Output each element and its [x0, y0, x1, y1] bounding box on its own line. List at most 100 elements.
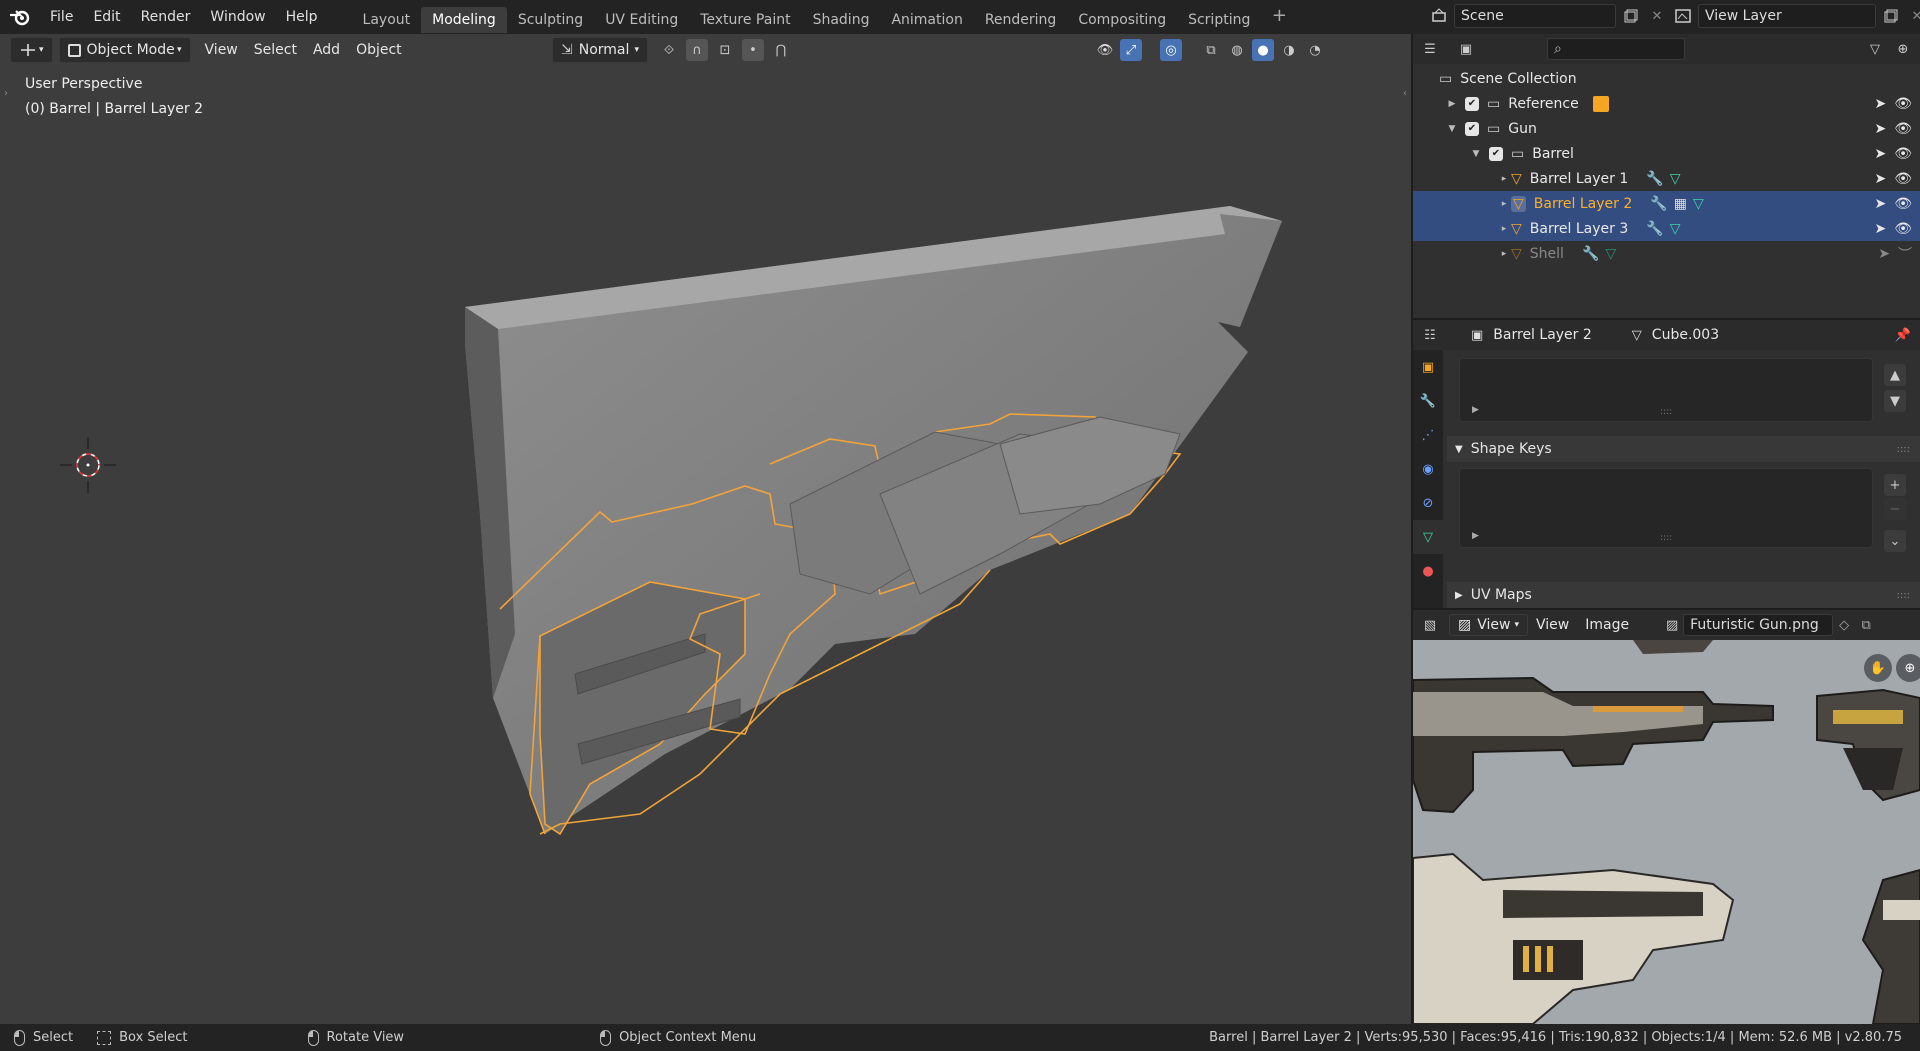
tab-animation[interactable]: Animation	[880, 7, 973, 33]
fake-user-icon[interactable]: ◇	[1833, 614, 1855, 636]
expand-icon[interactable]: ▸	[1497, 224, 1511, 234]
menu-help[interactable]: Help	[276, 0, 328, 34]
blender-logo-icon[interactable]	[0, 0, 40, 34]
image-editor-icon[interactable]: ▧	[1419, 614, 1441, 636]
proportional-edit-icon[interactable]: •	[742, 39, 764, 61]
outliner-row-barrel-layer-3[interactable]: ▸ ▽ Barrel Layer 3 🔧 ▽ ➤ 👁	[1413, 216, 1920, 241]
display-mode-icon[interactable]: ▣	[1455, 38, 1477, 60]
toolbar-toggle-icon[interactable]: ›	[4, 88, 8, 99]
solid-shading-icon[interactable]: ●	[1252, 39, 1274, 61]
menu-object[interactable]: Object	[348, 37, 410, 63]
outliner-row-gun[interactable]: ▼ ✔ ▭ Gun ➤ 👁	[1413, 116, 1920, 141]
new-scene-icon[interactable]	[1620, 5, 1642, 27]
add-shape-key-button[interactable]: +	[1884, 474, 1906, 496]
pivot-icon[interactable]: ⟐	[658, 39, 680, 61]
particles-tab-icon[interactable]: ⋰	[1413, 418, 1443, 452]
outliner-search-input[interactable]: ⌕	[1547, 38, 1685, 60]
wireframe-shading-icon[interactable]: ◍	[1226, 39, 1248, 61]
gizmo-icon[interactable]: ⤢	[1120, 39, 1142, 61]
select-icon[interactable]: ➤	[1874, 96, 1886, 112]
editor-type-button[interactable]: ▾	[10, 37, 53, 63]
tab-sculpting[interactable]: Sculpting	[507, 7, 594, 33]
outliner-row-reference[interactable]: ▶ ✔ ▭ Reference ➤ 👁	[1413, 91, 1920, 116]
menu-image[interactable]: Image	[1577, 612, 1637, 638]
zoom-icon[interactable]: ⊕	[1896, 654, 1920, 682]
tab-layout[interactable]: Layout	[352, 7, 422, 33]
constraints-tab-icon[interactable]: ⊘	[1413, 486, 1443, 520]
snap-target-icon[interactable]: ⊡	[714, 39, 736, 61]
collapse-icon[interactable]: ▼	[1469, 149, 1483, 159]
collapse-icon[interactable]: ▼	[1445, 124, 1459, 134]
outliner-row-shell[interactable]: ▸ ▽ Shell 🔧 ▽ ➤ ︶	[1413, 241, 1920, 266]
modifier-tab-icon[interactable]: 🔧	[1413, 384, 1443, 418]
material-tab-icon[interactable]: ●	[1413, 554, 1443, 588]
outliner-row-barrel-layer-1[interactable]: ▸ ▽ Barrel Layer 1 🔧 ▽ ➤ 👁	[1413, 166, 1920, 191]
scene-field[interactable]: Scene	[1454, 4, 1616, 28]
outliner-row-scene-collection[interactable]: ▭ Scene Collection	[1413, 66, 1920, 91]
shape-key-menu-button[interactable]: ⌄	[1884, 530, 1906, 552]
eye-icon[interactable]: 👁	[1894, 196, 1912, 212]
menu-render[interactable]: Render	[131, 0, 201, 34]
shape-keys-list[interactable]: ▶ ::::	[1459, 468, 1873, 548]
menu-select[interactable]: Select	[246, 37, 305, 63]
view-layer-icon[interactable]	[1672, 5, 1694, 27]
expand-icon[interactable]: ▸	[1497, 249, 1511, 259]
checkbox[interactable]: ✔	[1465, 121, 1479, 136]
image-browse-icon[interactable]: ▨	[1661, 614, 1683, 636]
rendered-shading-icon[interactable]: ◔	[1304, 39, 1326, 61]
close-icon[interactable]: ✕	[1646, 5, 1668, 27]
tab-scripting[interactable]: Scripting	[1177, 7, 1261, 33]
select-icon[interactable]: ➤	[1874, 121, 1886, 137]
eye-icon[interactable]: 👁	[1894, 221, 1912, 237]
object-tab-icon[interactable]: ▣	[1413, 350, 1443, 384]
tab-compositing[interactable]: Compositing	[1067, 7, 1177, 33]
close-icon[interactable]: ✕	[1906, 5, 1920, 27]
remove-shape-key-button[interactable]: −	[1884, 498, 1906, 520]
outliner-row-barrel-layer-2[interactable]: ▸ ▽ Barrel Layer 2 🔧 ▦ ▽ ➤ 👁	[1413, 191, 1920, 216]
select-icon[interactable]: ➤	[1874, 171, 1886, 187]
add-workspace-button[interactable]: +	[1267, 5, 1291, 29]
visibility-icon[interactable]: 👁	[1094, 39, 1116, 61]
resize-handle-icon[interactable]: ::::	[1660, 407, 1672, 417]
barrel-mesh[interactable]	[0, 34, 1411, 1024]
outliner-row-barrel[interactable]: ▼ ✔ ▭ Barrel ➤ 👁	[1413, 141, 1920, 166]
menu-view[interactable]: View	[1528, 612, 1577, 638]
properties-editor-icon[interactable]: ☷	[1419, 324, 1441, 346]
snap-icon[interactable]: ∩	[686, 39, 708, 61]
pin-icon[interactable]: 📌	[1892, 324, 1914, 346]
eye-icon[interactable]: 👁	[1894, 146, 1912, 162]
filter-icon[interactable]: ▽	[1864, 38, 1886, 60]
expand-icon[interactable]: ▶	[1445, 99, 1459, 109]
expand-icon[interactable]: ▶	[1472, 531, 1479, 541]
orientation-dropdown[interactable]: ⇲ Normal ▾	[552, 37, 648, 63]
eye-icon[interactable]: 👁	[1894, 96, 1912, 112]
sidebar-toggle-icon[interactable]: ‹	[1403, 88, 1407, 99]
select-icon[interactable]: ➤	[1874, 221, 1886, 237]
mesh-data-tab-icon[interactable]: ▽	[1413, 520, 1443, 554]
resize-handle-icon[interactable]: ::::	[1660, 533, 1672, 543]
eye-icon[interactable]: 👁	[1894, 121, 1912, 137]
drag-handle-icon[interactable]: ::::	[1897, 590, 1910, 601]
checkbox[interactable]: ✔	[1489, 146, 1503, 161]
drag-handle-icon[interactable]: ::::	[1897, 444, 1910, 455]
outliner-editor-icon[interactable]: ☰	[1419, 38, 1441, 60]
uv-maps-header[interactable]: ▶ UV Maps ::::	[1447, 582, 1920, 608]
image-editor-panel[interactable]: ▧ ▨ View ▾ View Image ▨ Futuristic Gun.png…	[1413, 610, 1920, 1024]
overlay-icon[interactable]: ◎	[1160, 39, 1182, 61]
select-icon[interactable]: ➤	[1874, 146, 1886, 162]
tab-texture-paint[interactable]: Texture Paint	[689, 7, 801, 33]
new-collection-icon[interactable]: ⊕	[1892, 38, 1914, 60]
view-layer-field[interactable]: View Layer	[1698, 4, 1876, 28]
new-image-icon[interactable]: ⧉	[1855, 614, 1877, 636]
select-icon[interactable]: ➤	[1874, 196, 1886, 212]
eye-icon[interactable]: 👁	[1894, 171, 1912, 187]
menu-file[interactable]: File	[40, 0, 83, 34]
tab-uv-editing[interactable]: UV Editing	[594, 7, 689, 33]
menu-view[interactable]: View	[197, 37, 246, 63]
eye-hidden-icon[interactable]: ︶	[1898, 244, 1912, 264]
material-shading-icon[interactable]: ◑	[1278, 39, 1300, 61]
3d-viewport[interactable]: ▾ Object Mode ▾ View Select Add Object ⇲ N…	[0, 34, 1411, 1024]
scene-icon[interactable]	[1428, 5, 1450, 27]
tab-shading[interactable]: Shading	[802, 7, 881, 33]
image-name-field[interactable]: Futuristic Gun.png	[1683, 614, 1834, 636]
